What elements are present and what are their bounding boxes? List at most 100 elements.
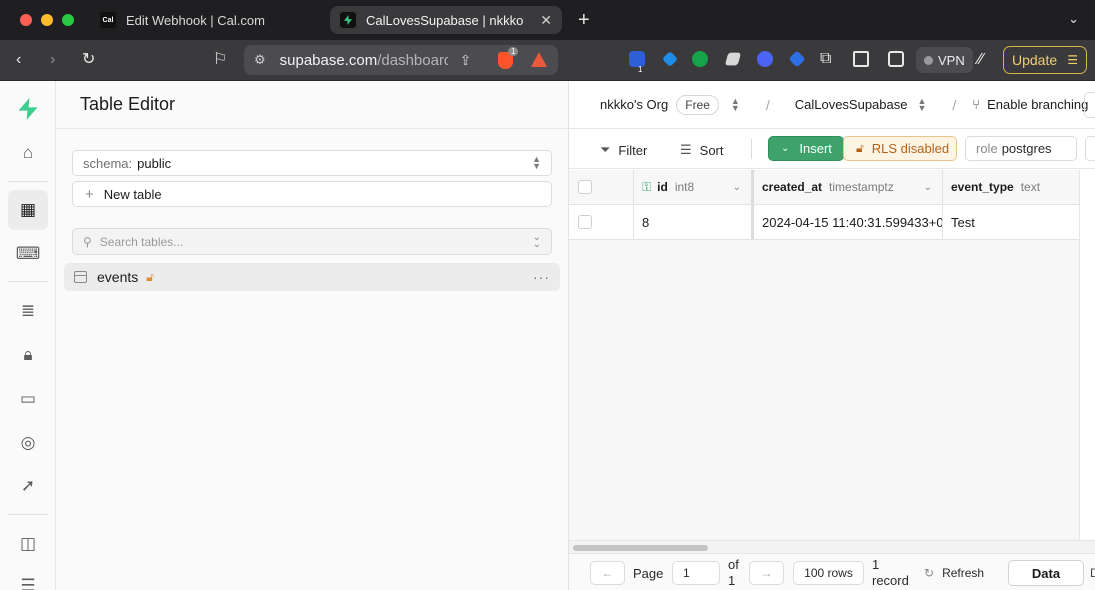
filter-button[interactable]: ⏷ Filter [600, 138, 647, 162]
tab-supabase[interactable]: CalLovesSupabase | nkkko's Org ✕ [330, 6, 562, 34]
row-checkbox[interactable] [578, 215, 592, 229]
plus-icon: + [85, 185, 94, 203]
extensions-puzzle-icon[interactable]: ⧉ [820, 50, 831, 68]
select-all-cell [569, 170, 634, 204]
table-editor-icon[interactable]: ▦ [8, 190, 48, 230]
reload-icon[interactable]: ↻ [82, 51, 95, 69]
database-icon[interactable]: ≣ [8, 291, 48, 331]
unlock-icon: 🔓︎ [146, 269, 155, 284]
branch-icon: ⑂ [972, 97, 981, 112]
unlock-icon: 🔓︎ [856, 141, 864, 155]
bitwarden-extension-icon[interactable] [629, 51, 645, 67]
chevrons-down-icon: ⌄ ⌄ [532, 232, 541, 250]
search-tables-input[interactable]: ⚲ Search tables... ⌄ ⌄ [72, 228, 552, 255]
enable-branching-button[interactable]: Enable branching [987, 97, 1088, 112]
org-chevron-icon[interactable]: ▲ ▼ [731, 96, 740, 112]
vpn-status-icon [924, 55, 933, 65]
close-tab-icon[interactable]: ✕ [532, 12, 552, 29]
row-select-cell [569, 205, 634, 239]
gem-extension-icon[interactable] [662, 51, 678, 67]
role-selector[interactable]: role postgres [965, 136, 1077, 161]
next-page-button[interactable]: → [749, 561, 784, 585]
column-header-id[interactable]: ⚿ id int8 ⌄ [634, 170, 754, 204]
scrollbar-thumb[interactable] [573, 545, 708, 551]
select-all-checkbox[interactable] [578, 180, 592, 194]
prev-page-button[interactable]: ← [590, 561, 625, 585]
supabase-logo-icon[interactable] [17, 98, 39, 120]
rows-per-page-selector[interactable]: 100 rows [793, 561, 864, 585]
refresh-icon: ↻ [924, 566, 935, 580]
tab-cal-webhook[interactable]: Cal Edit Webhook | Cal.com [90, 6, 326, 34]
chevron-down-icon[interactable]: ⌄ [924, 182, 932, 193]
cell-id[interactable]: 8 [634, 205, 754, 239]
breadcrumb-separator: / [765, 96, 770, 113]
reports-chart-icon[interactable]: ◫ [8, 524, 48, 564]
browser-toolbar: ‹ › ↻ ⚐ ⚙ supabase.com/dashboard/project… [0, 40, 1095, 81]
record-count: 1 record [872, 557, 909, 588]
filter-icon: ⏷ [600, 142, 611, 157]
bookmark-icon[interactable]: ⚐ [213, 51, 227, 69]
edge-functions-pointer-icon[interactable]: ➚ [8, 466, 48, 506]
toolbar-divider [751, 139, 752, 159]
primary-key-icon: ⚿ [642, 179, 652, 194]
leo-ai-icon[interactable]: ⁄⁄ [978, 51, 983, 69]
new-tab-icon[interactable]: + [578, 9, 590, 32]
cell-created-at[interactable]: 2024-04-15 11:40:31.599433+00 [754, 205, 943, 239]
refresh-button[interactable]: ↻ Refresh [924, 561, 984, 585]
tab-definition-partial[interactable]: D [1090, 566, 1095, 580]
more-options-icon[interactable]: ··· [533, 269, 550, 285]
share-icon[interactable]: ⇪ [460, 52, 472, 69]
schema-selector[interactable]: schema: public ▲ ▼ [72, 150, 552, 176]
authentication-lock-icon[interactable]: 🔒︎ [8, 335, 48, 375]
storage-folder-icon[interactable]: ▭ [8, 379, 48, 419]
sort-button[interactable]: ☰ Sort [680, 138, 724, 162]
sidebar-title: Table Editor [56, 81, 568, 129]
page-total: of 1 [728, 557, 739, 588]
diamond-extension-icon[interactable] [788, 50, 806, 68]
rls-disabled-button[interactable]: 🔓︎ RLS disabled [843, 136, 957, 161]
table-editor-sidebar: Table Editor schema: public ▲ ▼ + New tab… [56, 81, 569, 590]
tab-list-chevron-icon[interactable]: ⌄ [1068, 11, 1079, 27]
insert-button[interactable]: ⌄ Insert [768, 136, 844, 161]
header-action-button[interactable] [1084, 92, 1095, 118]
tab-data[interactable]: Data [1008, 560, 1084, 586]
back-icon[interactable]: ‹ [16, 51, 21, 69]
cell-event-type[interactable]: Test [943, 205, 1079, 239]
schema-value: public [137, 155, 172, 171]
realtime-icon[interactable]: ◎ [8, 423, 48, 463]
org-name[interactable]: nkkko's Org [600, 97, 668, 112]
horizontal-scrollbar[interactable] [569, 540, 1095, 553]
column-header-created-at[interactable]: created_at timestamptz ⌄ [754, 170, 943, 204]
project-chevron-icon[interactable]: ▲ ▼ [917, 96, 926, 112]
chevron-down-icon[interactable]: ⌄ [733, 182, 741, 193]
column-header-event-type[interactable]: event_type text [943, 170, 1079, 204]
zoom-window-button[interactable] [62, 14, 74, 26]
sql-editor-icon[interactable]: ⌨ [8, 234, 48, 274]
data-grid: ⚿ id int8 ⌄ created_at timestamptz ⌄ eve… [569, 170, 1080, 540]
plan-badge: Free [676, 94, 719, 115]
update-button[interactable]: Update ☰ [1003, 46, 1087, 74]
sun-extension-icon[interactable] [757, 51, 773, 67]
supabase-favicon-icon [340, 12, 356, 28]
table-row[interactable]: 8 2024-04-15 11:40:31.599433+00 Test [569, 205, 1079, 240]
arrow-right-icon: → [760, 566, 773, 580]
logs-list-icon[interactable]: ☰ [8, 566, 48, 590]
more-actions-button[interactable] [1085, 136, 1095, 161]
project-name[interactable]: CalLovesSupabase [795, 97, 908, 112]
eraser-extension-icon[interactable] [724, 52, 742, 66]
new-table-button[interactable]: + New table [72, 181, 552, 207]
nav-rail: ⌂ ▦ ⌨ ≣ 🔒︎ ▭ ◎ ➚ ◫ ☰ [0, 81, 56, 590]
sidebar-item-events[interactable]: events 🔓︎ ··· [64, 263, 560, 291]
minimize-window-button[interactable] [41, 14, 53, 26]
home-icon[interactable]: ⌂ [8, 133, 48, 173]
wallet-icon[interactable] [888, 51, 904, 67]
table-icon [74, 271, 87, 283]
page-input[interactable]: 1 [672, 561, 720, 585]
grammarly-extension-icon[interactable] [692, 51, 708, 67]
sidebar-toggle-icon[interactable] [853, 51, 869, 67]
close-window-button[interactable] [20, 14, 32, 26]
vpn-button[interactable]: VPN [916, 47, 973, 73]
brave-rewards-icon[interactable] [531, 52, 547, 67]
site-info-icon[interactable]: ⚙ [254, 52, 266, 68]
forward-icon[interactable]: › [50, 51, 55, 69]
